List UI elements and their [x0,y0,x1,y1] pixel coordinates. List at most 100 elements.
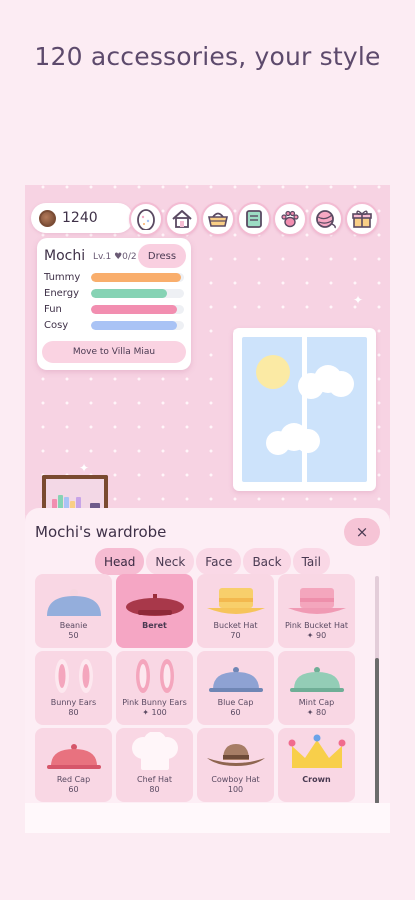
item-price: ✦ 90 [306,631,327,640]
coin-count: 1240 [62,210,98,226]
close-button[interactable]: × [344,518,380,546]
pet-name: Mochi [44,248,86,264]
item-name: Crown [302,775,331,784]
item-name: Chef Hat [137,775,172,784]
tab-head[interactable]: Head [95,548,145,575]
wardrobe-sheet: Mochi's wardrobe × Head Neck Face Back T… [25,508,390,833]
item-name: Blue Cap [217,698,254,707]
room-window [233,328,376,491]
basket-button[interactable] [201,202,235,236]
accessory-card-pink-bunny-ears[interactable]: Pink Bunny Ears ✦ 100 [116,651,193,725]
item-name: Bunny Ears [50,698,97,707]
item-price: ✦ 80 [306,708,327,717]
pink-bucket-hat-icon [287,588,346,614]
stat-fill [91,304,177,314]
scrollbar-thumb[interactable] [375,658,379,804]
item-price: 60 [68,785,79,794]
mint-cap-icon [289,667,344,692]
item-name: Beret [142,621,167,630]
egg-icon [137,209,155,230]
item-name: Bucket Hat [213,621,258,630]
accessory-card-mint-cap[interactable]: Mint Cap ✦ 80 [278,651,355,725]
crown-icon [288,734,345,768]
sparkle-icon: ✦ [353,293,364,307]
stat-bar [91,288,184,298]
coin-balance[interactable]: 1240 [31,203,133,233]
yarn-button[interactable] [309,202,343,236]
accessory-card-blue-cap[interactable]: Blue Cap 60 [197,651,274,725]
sparkle-icon: ✦ [79,461,90,475]
book-button[interactable] [237,202,271,236]
chef-hat-icon [131,732,178,770]
tab-face[interactable]: Face [196,548,242,575]
pet-level: Lv.1 ♥0/2 [93,252,137,262]
red-cap-icon [46,744,101,769]
stat-fill [91,288,168,298]
move-to-villa-button[interactable]: Move to Villa Miau [42,341,186,363]
item-price: 50 [68,631,79,640]
stat-bar [91,272,184,282]
home-button[interactable] [165,202,199,236]
accessory-card-chef-hat[interactable]: Chef Hat 80 [116,728,193,802]
stat-row-energy: Energy [44,286,184,300]
bunny-ears-icon [54,659,93,693]
accessory-card-beanie[interactable]: Beanie 50 [35,574,112,648]
tab-tail[interactable]: Tail [292,548,330,575]
cowboy-hat-icon [206,744,265,766]
sheet-footer [25,803,390,833]
wardrobe-title: Mochi's wardrobe [35,523,167,541]
blue-cap-icon [208,667,263,692]
paw-icon [281,210,299,228]
item-price: 80 [149,785,160,794]
home-icon [172,210,192,228]
tab-neck[interactable]: Neck [146,548,195,575]
pink-bunny-ears-icon [135,659,174,693]
item-name: Pink Bunny Ears [122,698,187,707]
stat-label: Tummy [44,271,81,283]
stat-label: Energy [44,287,80,299]
item-price: ✦ 100 [142,708,167,717]
accessory-card-pink-bucket-hat[interactable]: Pink Bucket Hat ✦ 90 [278,574,355,648]
paw-button[interactable] [273,202,307,236]
basket-icon [208,212,228,227]
item-name: Beanie [59,621,88,630]
stat-row-cosy: Cosy [44,318,184,332]
stat-row-tummy: Tummy [44,270,184,284]
accessory-card-cowboy-hat[interactable]: Cowboy Hat 100 [197,728,274,802]
headline: 120 accessories, your style [34,42,381,71]
dress-button[interactable]: Dress [138,244,186,268]
pet-stats-card: Mochi Lv.1 ♥0/2 Dress Tummy Energy Fun C… [37,238,191,370]
close-icon: × [355,523,369,541]
item-price: 70 [230,631,241,640]
item-price: 60 [230,708,241,717]
wardrobe-tabs: Head Neck Face Back Tail [95,548,330,575]
accessory-card-bunny-ears[interactable]: Bunny Ears 80 [35,651,112,725]
sun-icon [256,355,290,389]
pet-room: 1240 Mochi Lv.1 ♥0/2 Dress Tummy Energy … [25,185,390,515]
beanie-icon [46,589,101,616]
stat-bar [91,304,184,314]
accessory-card-crown[interactable]: Crown [278,728,355,802]
beret-icon [125,594,184,616]
gift-icon [352,210,372,228]
item-name: Cowboy Hat [211,775,260,784]
stat-fill [91,272,182,282]
item-name: Mint Cap [298,698,335,707]
accessory-card-bucket-hat[interactable]: Bucket Hat 70 [197,574,274,648]
game-screen: 1240 Mochi Lv.1 ♥0/2 Dress Tummy Energy … [25,185,390,833]
stat-row-fun: Fun [44,302,184,316]
item-price: 100 [227,785,244,794]
stat-label: Cosy [44,319,69,331]
bucket-hat-icon [206,588,265,614]
stat-fill [91,320,177,330]
accessory-grid: Beanie 50 Beret Bucket Hat 70 Pink Bucke… [35,574,361,806]
nav-bar [129,202,379,236]
item-price: 80 [68,708,79,717]
gift-button[interactable] [345,202,379,236]
stat-bar [91,320,184,330]
egg-button[interactable] [129,202,163,236]
book-icon [246,210,262,228]
accessory-card-red-cap[interactable]: Red Cap 60 [35,728,112,802]
accessory-card-beret[interactable]: Beret [116,574,193,648]
tab-back[interactable]: Back [243,548,291,575]
